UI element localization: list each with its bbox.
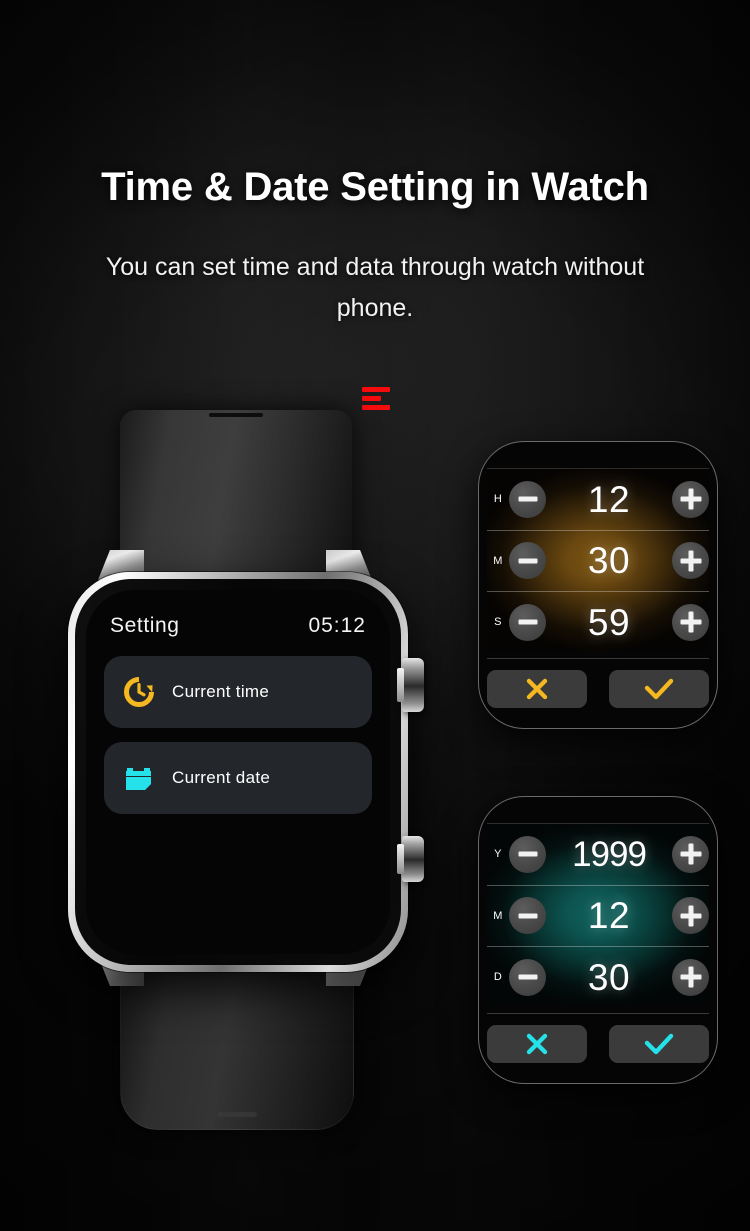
time-picker-row-hour: H 12 bbox=[487, 468, 709, 530]
menu-item-label: Current date bbox=[172, 768, 271, 787]
row-label: M bbox=[493, 909, 503, 922]
page-subtitle: You can set time and data through watch … bbox=[105, 253, 645, 322]
day-value: 30 bbox=[587, 956, 631, 998]
date-picker-rows: Y 1999 M 12 D 30 bbox=[487, 823, 709, 1005]
minus-icon[interactable] bbox=[509, 480, 546, 518]
time-picker-row-second: S 59 bbox=[487, 591, 709, 653]
row-label: M bbox=[493, 554, 503, 567]
check-icon bbox=[644, 1033, 674, 1055]
screen-title: Setting bbox=[110, 614, 180, 637]
date-picker-row-year: Y 1999 bbox=[487, 823, 709, 885]
minus-icon[interactable] bbox=[509, 958, 546, 996]
close-x-icon bbox=[526, 1033, 548, 1055]
plus-icon[interactable] bbox=[672, 897, 709, 935]
time-picker-panel: H 12 M 30 S 59 bbox=[478, 441, 718, 729]
row-label: S bbox=[494, 616, 502, 629]
watch-side-button-upper[interactable] bbox=[397, 658, 424, 712]
date-cancel-button[interactable] bbox=[487, 1025, 587, 1063]
time-picker-rows: H 12 M 30 S 59 bbox=[487, 468, 709, 650]
year-value: 1999 bbox=[572, 834, 647, 874]
watch-screen: Setting 05:12 Current time Current date bbox=[86, 590, 390, 954]
plus-icon[interactable] bbox=[672, 603, 709, 641]
minus-icon[interactable] bbox=[509, 897, 546, 935]
date-picker-row-day: D 30 bbox=[487, 946, 709, 1008]
calendar-icon bbox=[122, 761, 156, 795]
minus-icon[interactable] bbox=[509, 603, 546, 641]
row-label: Y bbox=[494, 848, 502, 861]
page-title: Time & Date Setting in Watch bbox=[101, 164, 649, 209]
menu-item-current-time[interactable]: Current time bbox=[104, 656, 372, 728]
menu-item-label: Current time bbox=[172, 682, 270, 701]
date-picker-panel: Y 1999 M 12 D 30 bbox=[478, 796, 718, 1084]
watch-side-button-lower[interactable] bbox=[397, 836, 424, 882]
smartwatch: Setting 05:12 Current time Current date bbox=[68, 404, 424, 1134]
row-label: H bbox=[493, 493, 503, 506]
date-picker-row-month: M 12 bbox=[487, 884, 709, 947]
watch-screen-header: Setting 05:12 bbox=[110, 614, 366, 638]
row-label: D bbox=[493, 971, 503, 984]
menu-item-current-date[interactable]: Current date bbox=[104, 742, 372, 814]
close-x-icon bbox=[526, 678, 548, 700]
plus-icon[interactable] bbox=[672, 958, 709, 996]
check-icon bbox=[644, 678, 674, 700]
month-value: 12 bbox=[587, 895, 631, 937]
plus-icon[interactable] bbox=[672, 542, 709, 580]
time-confirm-button[interactable] bbox=[609, 670, 709, 708]
minus-icon[interactable] bbox=[509, 835, 546, 873]
second-value: 59 bbox=[587, 601, 631, 643]
minute-value: 30 bbox=[587, 540, 631, 582]
screen-clock: 05:12 bbox=[308, 614, 366, 637]
watch-strap-bottom bbox=[120, 964, 354, 1130]
minus-icon[interactable] bbox=[509, 542, 546, 580]
plus-icon[interactable] bbox=[672, 835, 709, 873]
date-picker-actions bbox=[487, 1013, 709, 1068]
time-picker-row-minute: M 30 bbox=[487, 529, 709, 592]
watch-strap-top bbox=[120, 410, 352, 578]
time-picker-actions bbox=[487, 658, 709, 713]
date-confirm-button[interactable] bbox=[609, 1025, 709, 1063]
hour-value: 12 bbox=[587, 478, 631, 520]
promo-page: Time & Date Setting in Watch You can set… bbox=[0, 0, 750, 1231]
clock-restore-icon bbox=[122, 675, 156, 709]
time-cancel-button[interactable] bbox=[487, 670, 587, 708]
plus-icon[interactable] bbox=[672, 480, 709, 518]
